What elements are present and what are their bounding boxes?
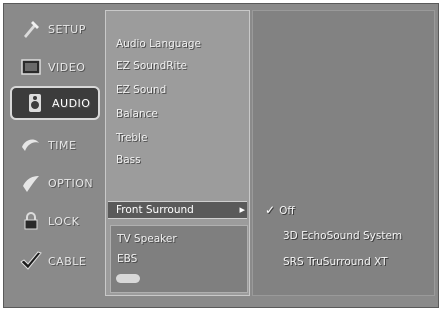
time-icon — [18, 132, 44, 158]
main-nav: SETUP VIDEO AUDIO TIME OPTION LOCK CABLE — [8, 12, 103, 304]
menu-item-front-surround[interactable]: Front Surround ▸ — [108, 201, 247, 219]
menu-item-ebs[interactable]: EBS — [117, 250, 137, 268]
nav-item-setup[interactable]: SETUP — [8, 12, 103, 46]
nav-label: OPTION — [48, 176, 94, 190]
option-icon — [18, 170, 44, 196]
menu-item-balance[interactable]: Balance — [116, 105, 158, 123]
setup-icon — [18, 16, 44, 42]
option-srs-trusurround[interactable]: SRS TruSurround XT — [283, 253, 388, 271]
cable-icon — [18, 248, 44, 274]
nav-label: CABLE — [48, 254, 87, 268]
front-surround-label: Front Surround — [116, 204, 194, 216]
audio-icon — [22, 90, 48, 116]
menu-return-button[interactable] — [116, 271, 140, 285]
check-icon: ✓ — [265, 203, 276, 217]
nav-label: LOCK — [48, 214, 80, 228]
lock-icon — [18, 208, 44, 234]
menu-item-ez-sound[interactable]: EZ Sound — [116, 81, 166, 99]
nav-label: VIDEO — [48, 60, 86, 74]
option-label: Off — [279, 205, 295, 217]
tv-menu-screen: SETUP VIDEO AUDIO TIME OPTION LOCK CABLE… — [0, 0, 443, 312]
video-icon — [18, 54, 44, 80]
menu-button-icon — [116, 273, 140, 283]
menu-item-ez-soundrite[interactable]: EZ SoundRite — [116, 57, 187, 75]
nav-item-lock[interactable]: LOCK — [8, 204, 103, 238]
menu-item-treble[interactable]: Treble — [116, 129, 147, 147]
menu-item-bass[interactable]: Bass — [116, 151, 141, 169]
nav-item-time[interactable]: TIME — [8, 128, 103, 162]
nav-item-video[interactable]: VIDEO — [8, 50, 103, 84]
nav-item-audio[interactable]: AUDIO — [10, 86, 100, 120]
front-surround-options: ✓ Off 3D EchoSound System SRS TruSurround… — [252, 10, 435, 296]
nav-item-cable[interactable]: CABLE — [8, 244, 103, 278]
nav-label: SETUP — [48, 22, 86, 36]
nav-item-option[interactable]: OPTION — [8, 166, 103, 200]
chevron-right-icon: ▸ — [239, 203, 245, 216]
option-label: 3D EchoSound System — [283, 230, 403, 242]
audio-submenu: Audio Language EZ SoundRite EZ Sound Bal… — [105, 10, 250, 296]
nav-label: AUDIO — [52, 96, 91, 110]
option-label: SRS TruSurround XT — [283, 256, 388, 268]
nav-label: TIME — [48, 138, 77, 152]
option-off[interactable]: ✓ Off — [265, 201, 295, 219]
option-3d-echosound[interactable]: 3D EchoSound System — [283, 227, 402, 245]
menu-item-audio-language[interactable]: Audio Language — [116, 35, 201, 53]
menu-item-tv-speaker[interactable]: TV Speaker — [117, 230, 177, 248]
